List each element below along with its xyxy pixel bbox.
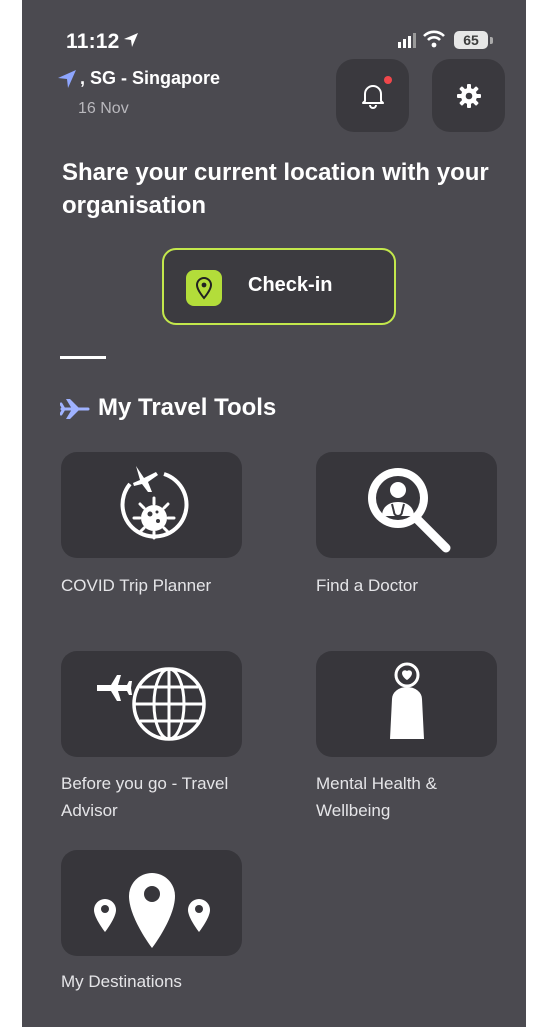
checkin-pin-icon <box>186 270 222 306</box>
covid-trip-icon <box>120 466 189 540</box>
doctor-search-icon <box>368 468 451 553</box>
cellular-signal-icon <box>398 33 416 48</box>
battery-indicator: 65 <box>454 31 488 49</box>
location-services-icon <box>124 33 138 47</box>
share-location-prompt: Share your current location with your or… <box>62 159 489 219</box>
checkin-label: Check-in <box>248 274 333 296</box>
status-bar: 11:12 65 <box>22 0 526 60</box>
bell-icon <box>362 85 384 109</box>
notifications-button[interactable] <box>336 59 409 132</box>
wifi-icon <box>423 30 445 48</box>
tool-label[interactable]: COVID Trip Planner <box>61 572 221 599</box>
location-pins-icon <box>94 873 210 948</box>
tool-label[interactable]: Before you go - Travel Advisor <box>61 770 241 824</box>
battery-tip <box>490 37 493 44</box>
gear-icon <box>457 84 481 108</box>
current-location: , SG - Singapore <box>80 68 221 88</box>
tool-label[interactable]: Find a Doctor <box>316 572 496 599</box>
tool-label[interactable]: My Destinations <box>61 968 221 995</box>
covid-trip-planner-tile[interactable] <box>61 452 242 558</box>
settings-button[interactable] <box>432 59 505 132</box>
travel-advisor-tile[interactable] <box>61 651 242 757</box>
app-screen: 11:12 65 , SG - Singapore 16 Nov Share y… <box>22 0 526 1027</box>
travel-tools-title: My Travel Tools <box>98 394 277 421</box>
mental-health-tile[interactable] <box>316 651 497 757</box>
notification-badge <box>384 76 392 84</box>
find-a-doctor-tile[interactable] <box>316 452 497 558</box>
location-arrow-icon <box>58 70 76 88</box>
plane-icon <box>60 399 90 419</box>
my-destinations-tile[interactable] <box>61 850 242 956</box>
tool-label[interactable]: Mental Health & Wellbeing <box>316 770 496 824</box>
status-time: 11:12 <box>66 30 120 53</box>
checkin-button[interactable]: Check-in <box>162 248 396 325</box>
current-date: 16 Nov <box>78 100 129 117</box>
wellbeing-person-icon <box>390 662 424 739</box>
section-divider <box>60 356 106 359</box>
globe-plane-icon <box>97 667 206 741</box>
